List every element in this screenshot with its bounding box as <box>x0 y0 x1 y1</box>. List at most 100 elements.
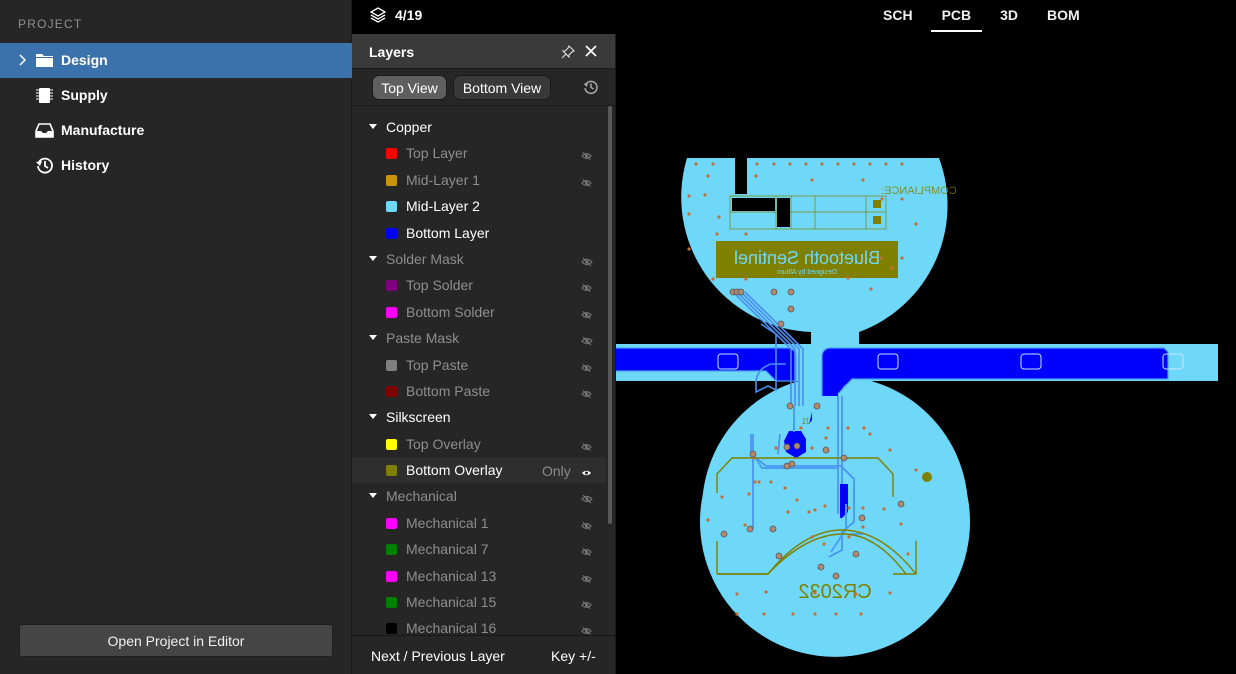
tab-pcb[interactable]: PCB <box>930 0 983 33</box>
view-toggle-row: Top View Bottom View <box>352 69 615 106</box>
via-pad <box>786 402 794 410</box>
reset-history-icon[interactable] <box>583 79 599 95</box>
collapse-caret-icon[interactable] <box>369 493 377 499</box>
via-dot <box>900 197 904 201</box>
via-pad <box>840 454 848 462</box>
pcb-canvas[interactable]: COMPLIANCE: Bluetooth Sentinel Designed … <box>616 34 1236 674</box>
layer-item-mechanical-1[interactable]: Mechanical 1 <box>352 510 606 536</box>
layer-color-swatch <box>386 385 397 397</box>
layer-group-mechanical[interactable]: Mechanical <box>352 483 606 509</box>
tab-bom[interactable]: BOM <box>1036 0 1091 33</box>
via-dot <box>735 592 739 596</box>
tab-sch[interactable]: SCH <box>872 0 924 33</box>
eye-off-icon[interactable] <box>581 623 592 635</box>
chip-icon <box>36 88 53 103</box>
via-pad <box>822 446 830 454</box>
via-dot <box>791 612 795 616</box>
project-sidebar: PROJECT Design Supply Manufacture Histor… <box>0 0 352 674</box>
top-view-button[interactable]: Top View <box>372 75 447 100</box>
layer-item-mid-layer-2[interactable]: Mid-Layer 2 <box>352 193 606 219</box>
sidebar-item-manufacture[interactable]: Manufacture <box>0 113 352 148</box>
layer-item-label: Mechanical 13 <box>406 567 497 584</box>
collapse-caret-icon[interactable] <box>369 124 377 129</box>
via-dot <box>754 174 758 178</box>
via-pad <box>832 572 840 580</box>
collapse-caret-icon[interactable] <box>369 255 377 261</box>
layer-item-label: Mid-Layer 1 <box>406 171 480 188</box>
chevron-right-icon[interactable] <box>18 54 28 66</box>
eye-off-icon[interactable] <box>581 544 592 560</box>
via-dot <box>687 212 691 216</box>
layer-item-label: Mid-Layer 2 <box>406 198 480 215</box>
layer-item-bottom-layer[interactable]: Bottom Layer <box>352 220 606 246</box>
close-icon[interactable] <box>585 45 597 57</box>
via-dot <box>884 162 888 166</box>
open-project-in-editor-button[interactable]: Open Project in Editor <box>19 624 333 657</box>
silk-product-name: Bluetooth Sentinel <box>734 248 880 268</box>
sidebar-item-history[interactable]: History <box>0 148 352 183</box>
layer-item-top-overlay[interactable]: Top Overlay <box>352 431 606 457</box>
eye-off-icon[interactable] <box>581 386 592 402</box>
only-badge[interactable]: Only <box>542 463 571 479</box>
layer-group-copper[interactable]: Copper <box>352 114 606 140</box>
via-dot <box>914 222 918 226</box>
layer-item-top-paste[interactable]: Top Paste <box>352 352 606 378</box>
via-dot <box>834 612 838 616</box>
layer-item-bottom-solder[interactable]: Bottom Solder <box>352 299 606 325</box>
via-dot <box>786 510 790 514</box>
collapse-caret-icon[interactable] <box>369 335 377 341</box>
layer-item-mechanical-13[interactable]: Mechanical 13 <box>352 563 606 589</box>
layer-item-bottom-overlay[interactable]: Bottom Overlay Only <box>352 457 606 484</box>
collapse-caret-icon[interactable] <box>369 414 377 420</box>
via-dot <box>861 525 865 529</box>
eye-off-icon[interactable] <box>581 360 592 376</box>
via-dot <box>687 247 691 251</box>
layers-panel-title: Layers <box>369 44 415 60</box>
bottom-view-button[interactable]: Bottom View <box>453 75 551 100</box>
layer-item-label: Mechanical 16 <box>406 620 497 635</box>
layer-item-label: Top Overlay <box>406 435 481 452</box>
layer-item-label: Bottom Solder <box>406 303 495 320</box>
via-dot <box>868 432 872 436</box>
via-dot <box>706 174 710 178</box>
layer-group-paste-mask[interactable]: Paste Mask <box>352 325 606 351</box>
pcb-board-view[interactable]: COMPLIANCE: Bluetooth Sentinel Designed … <box>616 34 1236 674</box>
layer-group-silkscreen[interactable]: Silkscreen <box>352 404 606 430</box>
eye-off-icon[interactable] <box>581 254 593 270</box>
eye-off-icon[interactable] <box>581 280 592 296</box>
via-dot <box>715 232 719 236</box>
eye-icon[interactable] <box>581 465 592 481</box>
layer-item-top-layer[interactable]: Top Layer <box>352 140 606 166</box>
sidebar-item-design[interactable]: Design <box>0 43 352 78</box>
via-pad <box>737 288 745 296</box>
eye-off-icon[interactable] <box>581 307 592 323</box>
layer-item-mechanical-16[interactable]: Mechanical 16 <box>352 615 606 635</box>
eye-off-icon[interactable] <box>581 518 592 534</box>
eye-off-icon[interactable] <box>581 491 593 507</box>
layers-toggle[interactable]: 4/19 <box>369 6 422 24</box>
layer-color-swatch <box>386 597 397 609</box>
silk-compliance: COMPLIANCE: <box>881 185 957 197</box>
eye-off-icon[interactable] <box>581 597 592 613</box>
eye-off-icon[interactable] <box>581 148 592 164</box>
eye-off-icon[interactable] <box>581 175 592 191</box>
layer-color-swatch <box>386 570 397 582</box>
via-dot <box>744 232 748 236</box>
eye-off-icon[interactable] <box>581 571 592 587</box>
layer-item-mechanical-7[interactable]: Mechanical 7 <box>352 536 606 562</box>
sidebar-item-supply[interactable]: Supply <box>0 78 352 113</box>
eye-off-icon[interactable] <box>581 439 592 455</box>
via-dot <box>813 612 817 616</box>
layer-item-mechanical-15[interactable]: Mechanical 15 <box>352 589 606 615</box>
layer-group-solder-mask[interactable]: Solder Mask <box>352 246 606 272</box>
via-dot <box>862 426 866 430</box>
layer-list-scrollbar[interactable] <box>608 106 612 524</box>
layer-item-mid-layer-1[interactable]: Mid-Layer 1 <box>352 167 606 193</box>
layer-item-top-solder[interactable]: Top Solder <box>352 272 606 298</box>
via-pad <box>852 550 860 558</box>
tab-3d[interactable]: 3D <box>989 0 1029 33</box>
layer-item-label: Top Paste <box>406 356 469 373</box>
eye-off-icon[interactable] <box>581 333 593 349</box>
pin-icon[interactable] <box>561 45 575 59</box>
layer-item-bottom-paste[interactable]: Bottom Paste <box>352 378 606 404</box>
